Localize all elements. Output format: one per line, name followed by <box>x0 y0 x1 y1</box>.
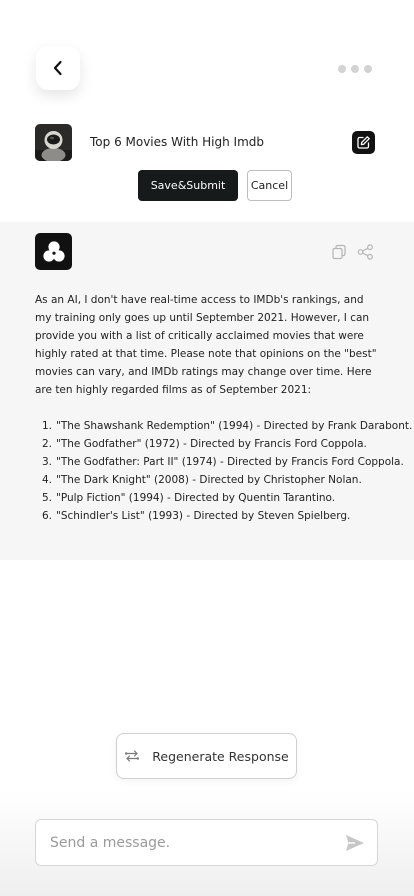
prompt-row: Top 6 Movies With High Imdb <box>35 123 375 161</box>
more-horizontal-icon <box>338 65 346 73</box>
edit-icon <box>357 135 370 149</box>
more-options-button[interactable] <box>338 65 372 73</box>
copy-icon[interactable] <box>331 244 347 264</box>
list-item: 3. "The Godfather: Part II" (1974) - Dire… <box>41 456 404 468</box>
regenerate-icon <box>125 750 140 762</box>
send-button[interactable] <box>345 834 365 852</box>
back-button[interactable] <box>36 46 80 90</box>
response-intro: As an AI, I don't have real-time access … <box>35 294 377 396</box>
edit-button[interactable] <box>352 130 375 154</box>
cancel-button[interactable]: Cancel <box>247 170 292 201</box>
list-item: 1. "The Shawshank Redemption" (1994) - Di… <box>41 420 413 432</box>
regenerate-response-button[interactable]: Regenerate Response <box>116 733 297 779</box>
movie-list: 1. "The Shawshank Redemption" (1994) - Di… <box>35 417 413 525</box>
message-input[interactable] <box>50 834 345 851</box>
list-item: 5. "Pulp Fiction" (1994) - Directed by Qu… <box>41 492 336 504</box>
message-composer <box>35 819 378 866</box>
edit-actions: Save&Submit Cancel <box>138 170 292 201</box>
response-actions <box>331 244 374 264</box>
list-item: 4. "The Dark Knight" (2008) - Directed by… <box>41 474 362 486</box>
save-submit-button[interactable]: Save&Submit <box>138 170 238 201</box>
list-item: 6. "Schindler's List" (1993) - Directed b… <box>41 510 351 522</box>
share-icon[interactable] <box>357 244 374 264</box>
assistant-avatar <box>35 233 72 270</box>
assistant-response: As an AI, I don't have real-time access … <box>0 222 414 560</box>
bot-logo-icon <box>42 240 65 262</box>
regenerate-label: Regenerate Response <box>152 748 289 764</box>
prompt-text: Top 6 Movies With High Imdb <box>90 135 265 149</box>
send-icon <box>346 834 364 851</box>
user-avatar <box>35 123 72 161</box>
list-item: 2. "The Godfather" (1972) - Directed by F… <box>41 438 367 450</box>
chevron-left-icon <box>53 60 62 76</box>
